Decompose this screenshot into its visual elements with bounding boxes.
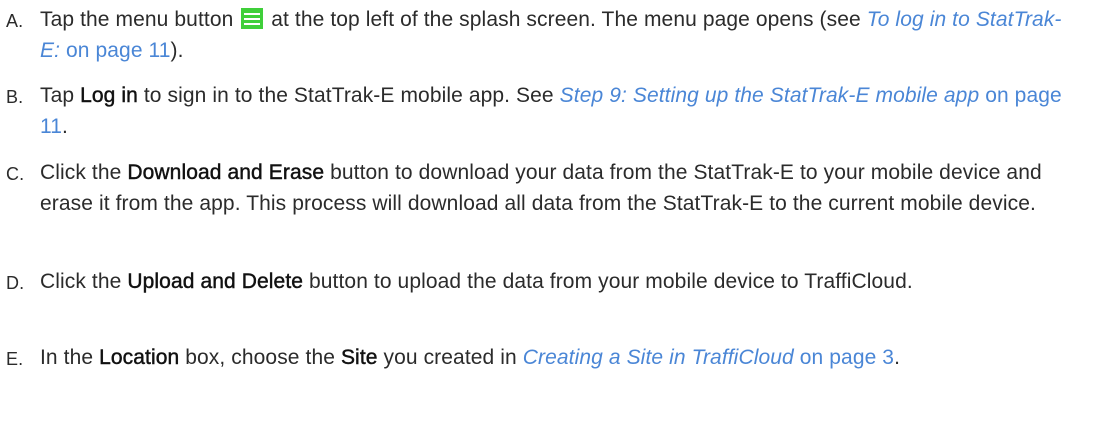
link-page-ref[interactable]: on page 11 (66, 39, 171, 62)
ui-term-location: Location (99, 346, 180, 369)
step-c-text-1: Click the (40, 161, 122, 184)
link-creating-a-site[interactable]: Creating a Site in TraffiCloud (523, 346, 794, 369)
step-b-text-2: to sign in to the StatTrak-E mobile app.… (143, 84, 554, 107)
ui-term-site: Site (340, 346, 378, 369)
step-letter: B. (6, 87, 24, 107)
step-a-text-3: ). (170, 39, 184, 62)
ui-term-upload-and-delete: Upload and Delete (127, 270, 304, 293)
step-e-text-2: box, choose the (185, 346, 336, 369)
step-letter: D. (6, 273, 25, 293)
step-a-text-2: at the top left of the splash screen. Th… (271, 8, 861, 31)
ui-term-log-in: Log in (80, 84, 138, 107)
step-letter: E. (6, 349, 24, 369)
link-page-ref[interactable]: on page 3 (800, 346, 894, 369)
step-text: In the Location box, choose the Site you… (40, 342, 1076, 373)
step-a-text-1: Tap the menu button (40, 8, 234, 31)
instruction-steps: A. Tap the menu button at the top left o… (0, 0, 1096, 421)
step-b-text-1: Tap (40, 84, 75, 107)
ui-term-download-and-erase: Download and Erase (127, 161, 325, 184)
step-letter: A. (6, 11, 24, 31)
step-d-text-1: Click the (40, 270, 122, 293)
step-text: Tap Log in to sign in to the StatTrak-E … (40, 80, 1076, 142)
step-e-text-3: you created in (383, 346, 517, 369)
step-b-text-3: . (62, 115, 68, 138)
step-e-text-4: . (894, 346, 901, 369)
step-e-text-1: In the (40, 346, 94, 369)
hamburger-menu-icon[interactable] (241, 8, 264, 29)
link-step-9[interactable]: Step 9: Setting up the StatTrak-E mobile… (560, 84, 980, 107)
step-text: Click the Upload and Delete button to up… (40, 266, 1076, 297)
step-letter: C. (6, 164, 25, 184)
step-d-text-2: button to upload the data from your mobi… (308, 270, 913, 293)
step-text: Click the Download and Erase button to d… (40, 157, 1076, 219)
step-text: Tap the menu button at the top left of t… (40, 4, 1076, 66)
